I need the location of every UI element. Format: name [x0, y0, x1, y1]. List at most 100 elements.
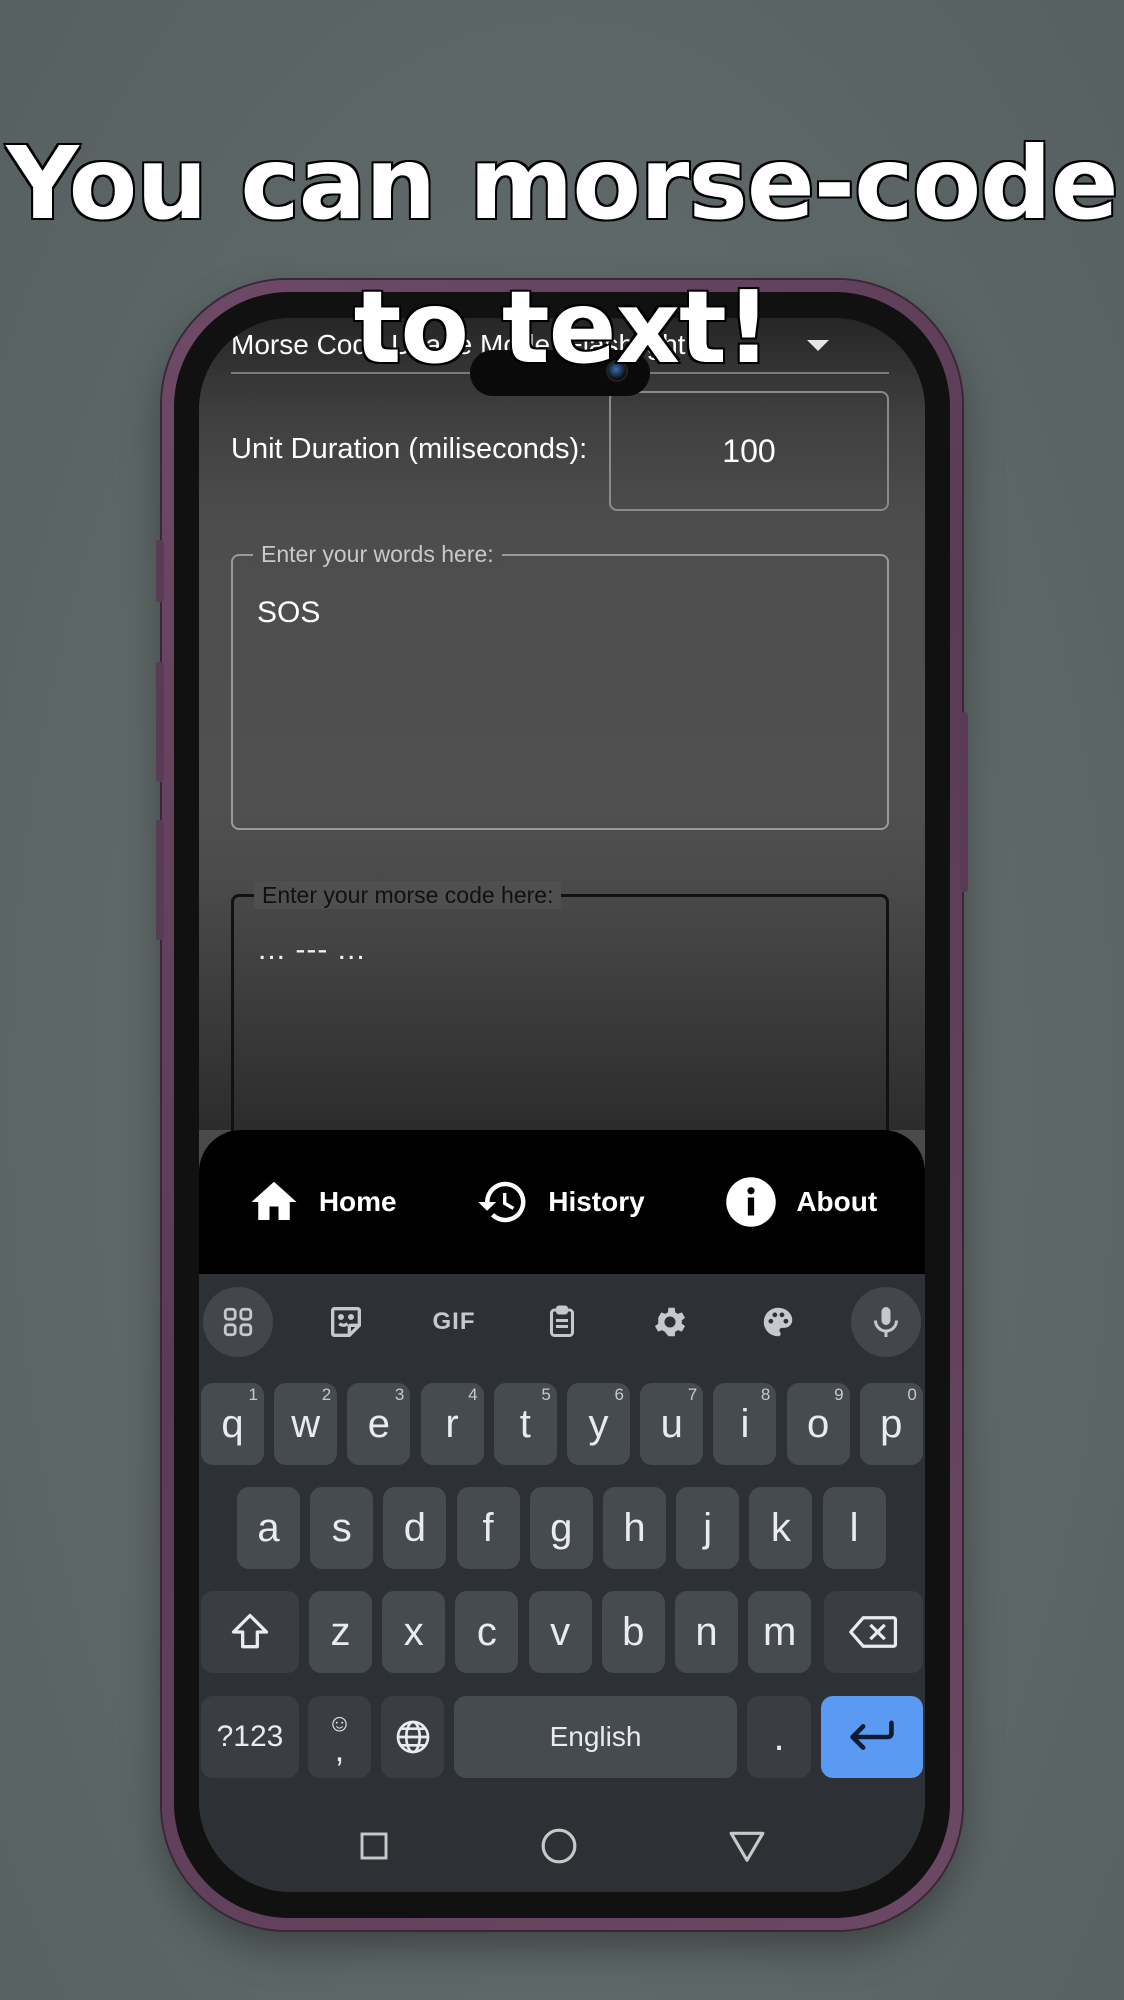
- key-number-hint: 4: [468, 1385, 478, 1404]
- key-c[interactable]: c: [455, 1591, 519, 1673]
- key-b[interactable]: b: [601, 1591, 665, 1673]
- nav-about[interactable]: About: [724, 1175, 877, 1229]
- key-label: s: [331, 1505, 352, 1550]
- unit-duration-label: Unit Duration (miliseconds):: [231, 433, 588, 465]
- clipboard-icon[interactable]: [527, 1287, 597, 1357]
- key-l[interactable]: l: [822, 1487, 886, 1569]
- key-number-hint: 9: [834, 1385, 844, 1404]
- key-label: b: [622, 1609, 645, 1654]
- key-label: r: [445, 1401, 459, 1446]
- key-number-hint: 0: [907, 1385, 917, 1404]
- key-label: e: [367, 1401, 391, 1446]
- nav-history[interactable]: History: [476, 1175, 645, 1229]
- back-triangle-icon[interactable]: [728, 1830, 766, 1867]
- key-g[interactable]: g: [529, 1487, 593, 1569]
- key-k[interactable]: k: [749, 1487, 813, 1569]
- keyboard-toolbar: GIF: [199, 1274, 925, 1370]
- key-number-hint: 5: [541, 1385, 551, 1404]
- key-u[interactable]: u7: [640, 1383, 704, 1465]
- unit-duration-value: 100: [722, 432, 776, 469]
- key-h[interactable]: h: [603, 1487, 666, 1569]
- unit-duration-input[interactable]: 100: [609, 391, 889, 511]
- gear-icon[interactable]: [635, 1287, 705, 1357]
- space-key[interactable]: English: [454, 1696, 737, 1778]
- key-label: q: [221, 1401, 244, 1446]
- key-y[interactable]: y6: [567, 1383, 630, 1465]
- home-icon: [247, 1175, 301, 1229]
- phone-screen: Morse Code Usage Mode: Flashlight Unit D…: [199, 318, 925, 1892]
- symbols-key-label: ?123: [216, 1720, 284, 1753]
- key-label: t: [519, 1401, 531, 1446]
- period-key[interactable]: .: [747, 1696, 811, 1778]
- key-label: y: [588, 1401, 609, 1446]
- nav-history-label: History: [548, 1186, 645, 1217]
- key-e[interactable]: e3: [347, 1383, 411, 1465]
- key-a[interactable]: a: [237, 1487, 300, 1569]
- mic-icon[interactable]: [851, 1287, 921, 1357]
- history-icon: [476, 1175, 530, 1229]
- nav-home[interactable]: Home: [247, 1175, 397, 1229]
- key-label: a: [257, 1505, 280, 1550]
- globe-icon: [396, 1720, 429, 1754]
- morse-text-field[interactable]: Enter your morse code here: ... --- ...: [231, 881, 889, 1154]
- key-label: h: [623, 1505, 646, 1550]
- key-label: v: [550, 1609, 571, 1654]
- palette-icon[interactable]: [743, 1287, 813, 1357]
- key-label: u: [660, 1401, 683, 1446]
- key-number-hint: 1: [248, 1385, 258, 1404]
- key-j[interactable]: j: [676, 1487, 740, 1569]
- key-r[interactable]: r4: [420, 1383, 484, 1465]
- enter-key[interactable]: [821, 1696, 923, 1778]
- key-label: f: [482, 1505, 494, 1550]
- enter-arrow-icon: [850, 1720, 894, 1750]
- sticker-icon[interactable]: [311, 1287, 381, 1357]
- key-o[interactable]: o9: [786, 1383, 850, 1465]
- key-label: m: [763, 1609, 797, 1654]
- morse-field-label: Enter your morse code here:: [254, 881, 562, 909]
- side-button: [156, 540, 164, 602]
- key-q[interactable]: q1: [201, 1383, 264, 1465]
- emoji-comma-key[interactable]: ☺ ,: [308, 1696, 371, 1778]
- key-label: o: [806, 1401, 830, 1446]
- key-label: d: [403, 1505, 427, 1550]
- words-field-value: SOS: [257, 596, 321, 629]
- symbols-key[interactable]: ?123: [201, 1696, 299, 1778]
- home-circle-icon[interactable]: [540, 1827, 578, 1870]
- key-t[interactable]: t5: [493, 1383, 557, 1465]
- backspace-key[interactable]: [824, 1591, 923, 1673]
- key-label: j: [703, 1505, 713, 1550]
- headline-line-2: to text!: [352, 268, 773, 388]
- key-f[interactable]: f: [456, 1487, 520, 1569]
- key-v[interactable]: v: [528, 1591, 592, 1673]
- key-label: z: [330, 1609, 351, 1654]
- key-w[interactable]: w2: [274, 1383, 338, 1465]
- headline-line-1: You can morse-code: [5, 124, 1120, 244]
- shift-key[interactable]: [201, 1591, 299, 1673]
- key-number-hint: 3: [394, 1385, 405, 1404]
- apps-grid-icon[interactable]: [203, 1287, 273, 1357]
- key-n[interactable]: n: [675, 1591, 738, 1673]
- key-s[interactable]: s: [310, 1487, 374, 1569]
- soft-keyboard: GIF ?123 ☺ , English . q 1 w 2 e 3 r 4 t…: [199, 1274, 925, 1892]
- recents-icon[interactable]: [358, 1830, 390, 1867]
- key-d[interactable]: d: [383, 1487, 447, 1569]
- promo-headline: You can morse-code to text!: [0, 112, 1124, 400]
- info-icon: [724, 1175, 778, 1229]
- key-m[interactable]: m: [748, 1591, 812, 1673]
- key-number-hint: 6: [614, 1385, 624, 1404]
- key-z[interactable]: z: [309, 1591, 372, 1673]
- key-i[interactable]: i8: [713, 1383, 777, 1465]
- gif-button[interactable]: GIF: [419, 1287, 489, 1357]
- words-field-label: Enter your words here:: [253, 540, 502, 568]
- gif-label: GIF: [432, 1308, 476, 1335]
- key-label: k: [770, 1505, 791, 1550]
- key-label: x: [403, 1609, 424, 1654]
- key-p[interactable]: p0: [859, 1383, 923, 1465]
- period-label: .: [773, 1714, 785, 1759]
- morse-field-value: ... --- ...: [258, 933, 366, 966]
- words-text-field[interactable]: Enter your words here: SOS: [231, 540, 889, 830]
- language-key[interactable]: [381, 1696, 444, 1778]
- nav-about-label: About: [796, 1186, 878, 1217]
- nav-home-label: Home: [318, 1186, 397, 1217]
- key-x[interactable]: x: [382, 1591, 446, 1673]
